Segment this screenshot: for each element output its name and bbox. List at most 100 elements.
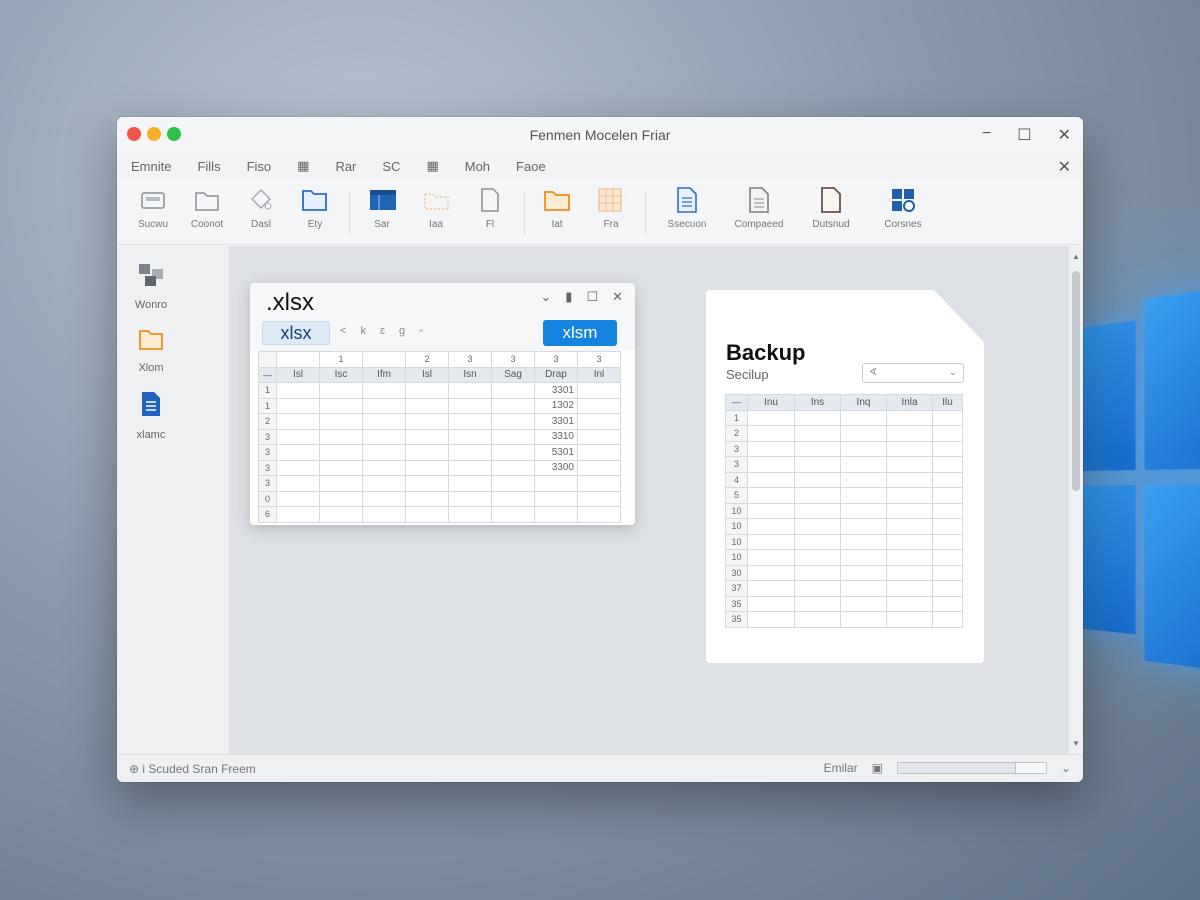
table-cell [840, 487, 887, 504]
ribbon-button-ssecuon[interactable]: Ssecuon [652, 187, 722, 230]
menu-item[interactable]: ▦ [297, 158, 309, 174]
sidebar: Wonro Xlom xlamc [117, 246, 230, 754]
menu-item[interactable]: Fiso [247, 159, 272, 174]
column-header: Ins [794, 394, 841, 411]
table-cell [747, 487, 795, 504]
table-cell [534, 490, 578, 507]
table-cell [448, 382, 492, 399]
ribbon-button-ety[interactable]: Ety [289, 187, 341, 230]
table-cell [794, 456, 841, 473]
menu-item[interactable]: Moh [465, 159, 490, 174]
table-row[interactable]: 2 3301 [258, 413, 621, 430]
tool-button[interactable]: g [399, 325, 405, 337]
sidebar-item-xlamc[interactable]: xlamc [117, 390, 185, 441]
table-cell [747, 595, 795, 612]
table-row: 10 [725, 549, 963, 566]
tool-button[interactable]: k [360, 325, 366, 337]
ribbon-button-sar[interactable]: Sar [356, 187, 408, 230]
table-cell [577, 459, 621, 476]
ribbon-button-fra[interactable]: Fra [585, 187, 637, 230]
table-row[interactable]: 3 [258, 475, 621, 492]
ribbon-button-coonot[interactable]: Coonot [181, 187, 233, 230]
spreadsheet-title-bar: .xlsx ⌄ ▮ ☐ ✕ [250, 283, 635, 317]
close-button[interactable]: ✕ [1058, 125, 1071, 145]
chevron-down-icon[interactable]: ⌄ [1061, 761, 1071, 775]
backup-document[interactable]: Backup Secilup ∢ ⌄ — Inu Ins Inq Inla Ilu 1 2 3 3… [706, 290, 984, 663]
table-row[interactable]: 3 5301 [258, 444, 621, 461]
table-row[interactable]: 0 [258, 490, 621, 507]
spreadsheet-window[interactable]: .xlsx ⌄ ▮ ☐ ✕ xlsx < k ɛ g ▫ xlsm 123333… [250, 283, 635, 525]
table-row[interactable]: 1 3301 [258, 382, 621, 399]
sidebar-item-xlom[interactable]: Xlom [117, 327, 185, 374]
table-row[interactable]: 3 3300 [258, 459, 621, 476]
table-cell [886, 533, 933, 550]
table-cell [932, 549, 963, 566]
sidebar-item-wonro[interactable]: Wonro [117, 262, 185, 311]
pin-button[interactable]: ▮ [565, 289, 572, 305]
vertical-scrollbar[interactable]: ▲ ▼ [1069, 246, 1083, 754]
table-cell [448, 428, 492, 445]
collapse-button[interactable]: ⌄ [540, 289, 551, 305]
scroll-up-arrow[interactable]: ▲ [1072, 252, 1080, 261]
tool-button[interactable]: ɛ [380, 325, 385, 337]
table-cell [932, 502, 963, 519]
menu-item[interactable]: ▦ [426, 158, 438, 174]
window-controls: − ☐ ✕ [982, 125, 1071, 145]
status-icon[interactable]: ▣ [872, 761, 883, 775]
row-number: 2 [725, 425, 748, 442]
ribbon-button-corsnes[interactable]: Corsnes [868, 187, 938, 230]
table-cell [794, 502, 841, 519]
menu-item[interactable]: Rar [335, 159, 356, 174]
table-row[interactable]: 6 [258, 506, 621, 523]
ribbon-button-sucwu[interactable]: Sucwu [127, 187, 179, 230]
column-number-cell [276, 351, 320, 368]
menu-close-button[interactable]: ✕ [1058, 157, 1071, 177]
xlsm-button[interactable]: xlsm [543, 320, 617, 346]
row-number: 35 [725, 595, 748, 612]
ribbon-button-compaeed[interactable]: Compaeed [724, 187, 794, 230]
scroll-down-arrow[interactable]: ▼ [1072, 739, 1080, 748]
table-cell [405, 428, 449, 445]
table-cell [840, 440, 887, 457]
ribbon-button-dasl[interactable]: Dasl [235, 187, 287, 230]
minimize-button[interactable]: − [982, 125, 991, 145]
menu-item[interactable]: Emnite [131, 159, 171, 174]
table-row: 30 [725, 564, 963, 581]
maximize-button[interactable]: ☐ [586, 289, 598, 305]
table-cell [747, 425, 795, 442]
status-right: Emilar ▣ ⌄ [824, 761, 1071, 775]
maximize-button[interactable]: ☐ [1017, 125, 1031, 145]
table-cell [932, 580, 963, 597]
ribbon-button-fl[interactable]: Fl [464, 187, 516, 230]
table-row[interactable]: 3 3310 [258, 428, 621, 445]
tab-xlsx[interactable]: xlsx [262, 321, 330, 345]
menu-item[interactable]: Faoe [516, 159, 546, 174]
table-cell [362, 413, 406, 430]
table-cell [319, 428, 363, 445]
table-cell [886, 487, 933, 504]
table-cell [319, 397, 363, 414]
brown-document-icon [817, 187, 845, 213]
scroll-thumb[interactable] [1072, 271, 1080, 491]
close-button[interactable]: ✕ [612, 289, 623, 305]
document-dropdown[interactable]: ∢ ⌄ [862, 363, 964, 383]
row-number: 5 [725, 487, 748, 504]
table-row[interactable]: 1 1302 [258, 397, 621, 414]
ribbon-button-iaa[interactable]: Iaa [410, 187, 462, 230]
table-cell [886, 595, 933, 612]
column-header: Ifm [362, 366, 406, 383]
tool-button[interactable]: ▫ [419, 325, 423, 337]
diamond-tool-icon [247, 187, 275, 213]
menu-item[interactable]: SC [382, 159, 400, 174]
table-row: 10 [725, 533, 963, 550]
menu-item[interactable]: Fills [197, 159, 220, 174]
tool-button[interactable]: < [340, 325, 346, 337]
table-cell [276, 444, 320, 461]
row-number: 10 [725, 549, 748, 566]
table-row: 10 [725, 518, 963, 535]
ribbon-button-iat[interactable]: Iat [531, 187, 583, 230]
document-grid: — Inu Ins Inq Inla Ilu 1 2 3 3 4 5 10 10 10 10 30 37 35 35 [725, 394, 963, 628]
spreadsheet-grid[interactable]: 1 2 3 3 3 3— Isl Isc Ifm Isl Isn Sag Drap Inl 1 3301 1 13… [258, 351, 621, 523]
ribbon-button-dutsnud[interactable]: Dutsnud [796, 187, 866, 230]
table-cell [577, 490, 621, 507]
